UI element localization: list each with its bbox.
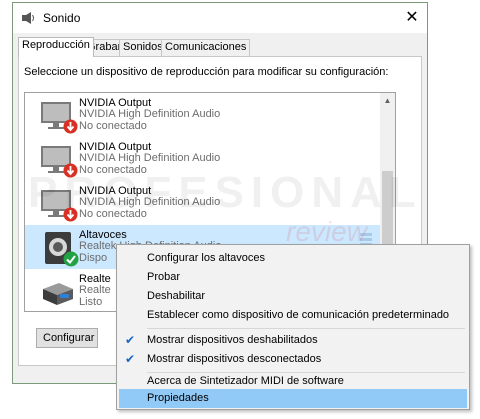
watermark-text: PROFESIONAL — [28, 168, 423, 217]
menu-item-label: Probar — [147, 271, 181, 283]
menu-item-set-default-communication[interactable]: Establecer como dispositivo de comunicac… — [119, 306, 467, 325]
menu-item-label: Mostrar dispositivos deshabilitados — [147, 334, 318, 346]
close-button[interactable]: ✕ — [399, 5, 425, 31]
menu-item-label: Mostrar dispositivos desconectados — [147, 353, 322, 365]
tab-comunicaciones[interactable]: Comunicaciones — [161, 39, 251, 56]
menu-item-properties[interactable]: Propiedades — [119, 389, 467, 408]
tab-label: Reproducción — [22, 39, 90, 51]
menu-item-label: Establecer como dispositivo de comunicac… — [147, 309, 450, 321]
tab-label: Comunicaciones — [165, 41, 247, 53]
menu-item-show-disconnected[interactable]: ✔ Mostrar dispositivos desconectados — [119, 350, 467, 369]
digital-output-icon — [43, 283, 73, 305]
window-title: Sonido — [43, 11, 81, 25]
scroll-up-arrow-icon[interactable]: ▲ — [380, 93, 395, 108]
device-status: Dispo — [79, 252, 108, 264]
speaker-icon — [22, 12, 34, 24]
disconnected-badge-icon — [63, 119, 78, 134]
checkmark-icon: ✔ — [125, 352, 136, 366]
checkmark-icon: ✔ — [125, 333, 136, 347]
menu-separator — [147, 328, 465, 329]
device-description: NVIDIA High Definition Audio — [79, 108, 221, 120]
menu-item-show-disabled[interactable]: ✔ Mostrar dispositivos deshabilitados — [119, 331, 467, 350]
device-status: Listo — [79, 296, 103, 308]
device-description: Realte — [79, 284, 111, 296]
context-menu: Configurar los altavoces Probar Deshabil… — [116, 244, 470, 410]
device-description: NVIDIA High Definition Audio — [79, 152, 221, 164]
tab-label: Sonidos — [123, 41, 163, 53]
tab-sonidos[interactable]: Sonidos — [119, 39, 167, 56]
menu-item-label: Configurar los altavoces — [147, 252, 266, 264]
device-row[interactable]: NVIDIA Output NVIDIA High Definition Aud… — [25, 93, 380, 137]
menu-item-label: Propiedades — [147, 392, 209, 404]
default-check-badge-icon — [63, 251, 79, 267]
device-status: No conectado — [79, 120, 147, 132]
instruction-text: Seleccione un dispositivo de reproducció… — [24, 66, 389, 78]
menu-item-disable[interactable]: Deshabilitar — [119, 287, 467, 306]
menu-item-configure-speakers[interactable]: Configurar los altavoces — [119, 249, 467, 268]
tab-reproduccion[interactable]: Reproducción — [18, 37, 94, 57]
menu-item-label: Deshabilitar — [147, 290, 206, 302]
configure-button[interactable]: Configurar — [36, 328, 98, 348]
menu-item-test[interactable]: Probar — [119, 268, 467, 287]
close-icon: ✕ — [405, 9, 419, 26]
title-bar: Sonido ✕ — [13, 3, 427, 33]
